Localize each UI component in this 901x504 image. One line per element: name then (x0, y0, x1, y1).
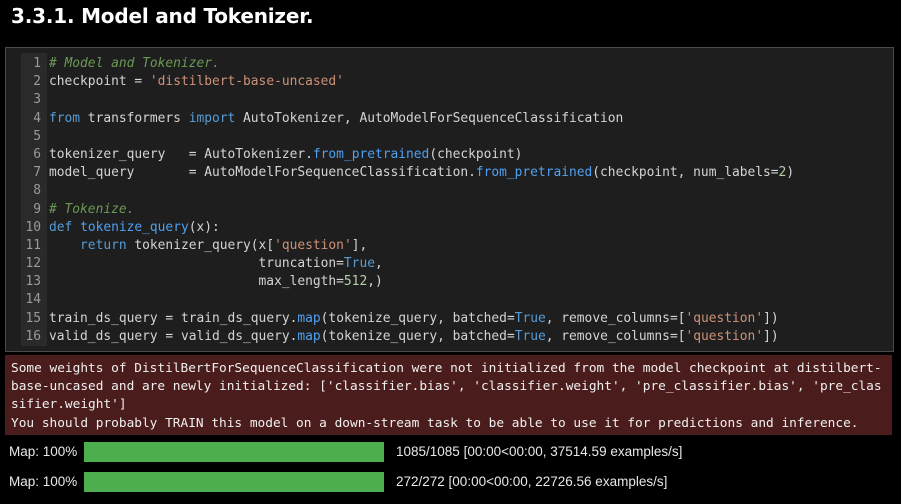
progress-bar-fill (84, 472, 384, 492)
code-line[interactable]: 2 checkpoint = 'distilbert-base-uncased' (21, 73, 887, 91)
line-number: 15 (25, 310, 41, 326)
line-number: 9 (33, 201, 41, 217)
code-text: return tokenizer_query(x['question'], (80, 237, 368, 253)
progress-bar (84, 472, 384, 492)
line-number: 12 (25, 256, 41, 272)
code-line[interactable]: 15 train_ds_query = train_ds_query.map(to… (21, 310, 887, 328)
line-number: 14 (25, 292, 41, 308)
line-number: 7 (33, 165, 41, 181)
code-text: # Tokenize. (49, 201, 135, 217)
code-line[interactable]: 5 (21, 128, 887, 146)
code-editor[interactable]: 1 # Model and Tokenizer. 2 checkpoint = 'di… (21, 53, 887, 346)
code-line[interactable]: 4 from transformers import AutoTokenizer,… (21, 110, 887, 128)
line-number: 2 (33, 74, 41, 90)
code-line[interactable]: 7 model_query = AutoModelForSequenceClass… (21, 164, 887, 182)
code-text: tokenizer_query = AutoTokenizer.from_pre… (49, 146, 523, 162)
progress-bar (84, 442, 384, 462)
code-text: checkpoint = 'distilbert-base-uncased' (49, 74, 344, 90)
progress-bar-fill (84, 442, 384, 462)
line-number: 13 (25, 274, 41, 290)
section-heading: 3.3.1. Model and Tokenizer. (11, 4, 314, 28)
line-number: 4 (33, 110, 41, 126)
progress-stats: 272/272 [00:00<00:00, 22726.56 examples/… (396, 474, 668, 489)
code-line[interactable]: 16 valid_ds_query = valid_ds_query.map(to… (21, 328, 887, 346)
progress-row: Map: 100% 272/272 [00:00<00:00, 22726.56 … (0, 471, 901, 495)
code-line[interactable]: 13 max_length=512,) (21, 273, 887, 291)
code-text: # Model and Tokenizer. (49, 56, 220, 71)
code-text: valid_ds_query = valid_ds_query.map(toke… (49, 328, 779, 344)
code-line[interactable]: 10 def tokenize_query(x): (21, 219, 887, 237)
line-number: 1 (33, 56, 41, 71)
line-number: 3 (33, 92, 41, 108)
code-text: max_length=512,) (49, 274, 383, 290)
code-cell[interactable]: 1 # Model and Tokenizer. 2 checkpoint = 'di… (5, 47, 894, 352)
code-lines: 1 # Model and Tokenizer. 2 checkpoint = 'di… (21, 55, 887, 346)
code-line[interactable]: 3 (21, 91, 887, 109)
progress-stats: 1085/1085 [00:00<00:00, 37514.59 example… (396, 444, 683, 459)
line-number: 11 (25, 237, 41, 253)
line-number: 6 (33, 146, 41, 162)
code-line[interactable]: 8 (21, 182, 887, 200)
code-line[interactable]: 12 truncation=True, (21, 255, 887, 273)
line-number: 8 (33, 183, 41, 199)
stderr-output: Some weights of DistilBertForSequenceCla… (5, 355, 892, 435)
code-line[interactable]: 14 (21, 291, 887, 309)
line-number: 5 (33, 128, 41, 144)
code-text: from transformers import AutoTokenizer, … (49, 110, 624, 126)
progress-label: Map: 100% (9, 474, 78, 489)
code-text: train_ds_query = train_ds_query.map(toke… (49, 310, 779, 326)
line-number: 10 (25, 219, 41, 235)
code-text: def tokenize_query(x): (49, 219, 220, 235)
line-number: 16 (25, 328, 41, 344)
code-line[interactable]: 9 # Tokenize. (21, 201, 887, 219)
code-text: truncation=True, (49, 256, 383, 272)
progress-label: Map: 100% (9, 444, 78, 459)
code-text: model_query = AutoModelForSequenceClassi… (49, 165, 795, 181)
code-line[interactable]: 11 return tokenizer_query(x['question'], (21, 237, 887, 255)
progress-row: Map: 100% 1085/1085 [00:00<00:00, 37514.5… (0, 441, 901, 465)
code-line[interactable]: 1 # Model and Tokenizer. (21, 55, 887, 73)
code-line[interactable]: 6 tokenizer_query = AutoTokenizer.from_pr… (21, 146, 887, 164)
